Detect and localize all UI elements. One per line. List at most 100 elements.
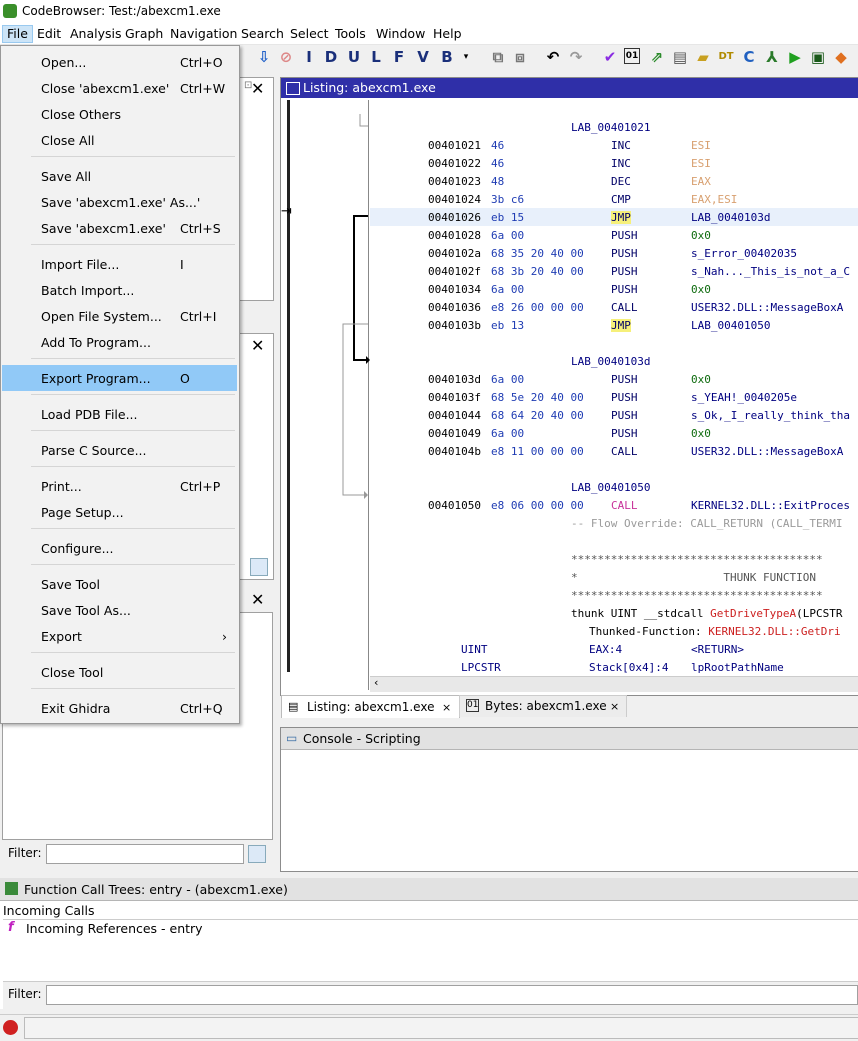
- menu-help[interactable]: Help: [429, 26, 466, 42]
- code-address[interactable]: 00401044: [428, 409, 481, 422]
- bytes-icon[interactable]: 01: [624, 48, 640, 64]
- menu-item-open-file-system[interactable]: Open File System... Ctrl+I: [2, 303, 237, 329]
- code-address[interactable]: 00401021: [428, 139, 481, 152]
- menu-item-open[interactable]: Open... Ctrl+O: [2, 49, 237, 75]
- code-operand[interactable]: 0x0: [691, 427, 711, 440]
- thunked-function-name[interactable]: KERNEL32.DLL::GetDri: [708, 625, 840, 638]
- function-f-icon[interactable]: F: [390, 48, 408, 66]
- table-icon[interactable]: ▤: [671, 48, 689, 66]
- menu-window[interactable]: Window: [372, 26, 429, 42]
- redo-icon[interactable]: ↷: [567, 48, 585, 66]
- export-icon[interactable]: ⇗: [648, 48, 666, 66]
- menu-item-configure[interactable]: Configure...: [2, 535, 237, 561]
- menu-item-save-all[interactable]: Save All: [2, 163, 237, 189]
- code-operand[interactable]: 0x0: [691, 373, 711, 386]
- code-address[interactable]: 0040103f: [428, 391, 481, 404]
- menu-select[interactable]: Select: [286, 26, 333, 42]
- scroll-left-icon[interactable]: ‹: [374, 676, 378, 689]
- code-mnemonic[interactable]: INC: [611, 157, 631, 170]
- code-address[interactable]: 00401050: [428, 499, 481, 512]
- code-address[interactable]: 00401034: [428, 283, 481, 296]
- ghidra-status-icon[interactable]: [3, 1020, 18, 1035]
- code-mnemonic[interactable]: PUSH: [611, 427, 638, 440]
- menu-tools[interactable]: Tools: [331, 26, 370, 42]
- tree-icon[interactable]: ⅄: [763, 48, 781, 66]
- menu-item-save-as[interactable]: Save 'abexcm1.exe' As...': [2, 189, 237, 215]
- menu-item-save[interactable]: Save 'abexcm1.exe' Ctrl+S: [2, 215, 237, 241]
- incoming-references-node[interactable]: Incoming References - entry: [26, 921, 203, 936]
- code-address[interactable]: 0040102a: [428, 247, 481, 260]
- code-address[interactable]: 00401036: [428, 301, 481, 314]
- thunked-function[interactable]: Thunked-Function: KERNEL32.DLL::GetDri: [589, 625, 841, 638]
- code-address[interactable]: 0040104b: [428, 445, 481, 458]
- terminal-icon[interactable]: ▣: [809, 48, 827, 66]
- menu-item-page-setup[interactable]: Page Setup...: [2, 499, 237, 525]
- code-operand[interactable]: 0x0: [691, 229, 711, 242]
- instruction-i-icon[interactable]: I: [300, 48, 318, 66]
- code-operand[interactable]: USER32.DLL::MessageBoxA: [691, 445, 843, 458]
- menu-analysis[interactable]: Analysis: [66, 26, 126, 42]
- code-mnemonic[interactable]: CMP: [611, 193, 631, 206]
- code-mnemonic[interactable]: PUSH: [611, 373, 638, 386]
- menu-item-batch-import[interactable]: Batch Import...: [2, 277, 237, 303]
- code-address[interactable]: 00401028: [428, 229, 481, 242]
- stop-icon[interactable]: ⊘: [277, 48, 295, 66]
- data-d-icon[interactable]: D: [322, 48, 340, 66]
- code-address[interactable]: 0040103b: [428, 319, 481, 332]
- code-mnemonic[interactable]: PUSH: [611, 283, 638, 296]
- menu-item-close[interactable]: Close 'abexcm1.exe' Ctrl+W: [2, 75, 237, 101]
- close-icon[interactable]: ✕: [251, 590, 264, 609]
- code-address[interactable]: 00401023: [428, 175, 481, 188]
- menu-graph[interactable]: Graph: [121, 26, 167, 42]
- menu-navigation[interactable]: Navigation: [166, 26, 241, 42]
- close-icon[interactable]: ✕: [251, 79, 264, 98]
- decompile-icon[interactable]: C: [740, 48, 758, 66]
- tab-listing[interactable]: ▤ Listing: abexcm1.exe ×: [281, 695, 460, 718]
- code-mnemonic[interactable]: CALL: [611, 445, 638, 458]
- code-mnemonic[interactable]: JMP: [611, 211, 631, 224]
- menu-edit[interactable]: Edit: [33, 26, 65, 42]
- undo-icon[interactable]: ↶: [544, 48, 562, 66]
- menu-search[interactable]: Search: [237, 26, 288, 42]
- code-operand[interactable]: ESI: [691, 139, 711, 152]
- menu-file[interactable]: File: [2, 25, 33, 43]
- code-mnemonic[interactable]: CALL: [611, 301, 638, 314]
- menu-item-load-pdb[interactable]: Load PDB File...: [2, 401, 237, 427]
- menu-item-close-all[interactable]: Close All: [2, 127, 237, 153]
- thunk-signature[interactable]: thunk UINT __stdcall GetDriveTypeA(LPCST…: [571, 607, 843, 620]
- filter-input[interactable]: [46, 844, 244, 864]
- filter-options-icon[interactable]: [250, 558, 268, 576]
- fct-filter-input[interactable]: [46, 985, 858, 1005]
- code-label[interactable]: LAB_00401021: [571, 121, 650, 134]
- menu-item-import-file[interactable]: Import File... I: [2, 251, 237, 277]
- code-label[interactable]: LAB_00401050: [571, 481, 650, 494]
- run-icon[interactable]: ▶: [786, 48, 804, 66]
- code-operand[interactable]: s_Nah..._This_is_not_a_C: [691, 265, 850, 278]
- dropdown-arrow-icon[interactable]: ▾: [457, 48, 475, 66]
- horizontal-scrollbar[interactable]: [370, 676, 858, 692]
- code-mnemonic[interactable]: CALL: [611, 499, 638, 512]
- code-operand[interactable]: s_Error_00402035: [691, 247, 797, 260]
- code-operand[interactable]: s_YEAH!_0040205e: [691, 391, 797, 404]
- code-address[interactable]: 00401024: [428, 193, 481, 206]
- code-mnemonic[interactable]: JMP: [611, 319, 631, 332]
- menu-item-save-tool[interactable]: Save Tool: [2, 571, 237, 597]
- menu-item-print[interactable]: Print... Ctrl+P: [2, 473, 237, 499]
- menu-item-export-program[interactable]: Export Program... O: [2, 365, 237, 391]
- code-operand[interactable]: KERNEL32.DLL::ExitProces: [691, 499, 850, 512]
- code-mnemonic[interactable]: PUSH: [611, 391, 638, 404]
- close-icon[interactable]: ×: [610, 700, 619, 713]
- code-operand[interactable]: ESI: [691, 157, 711, 170]
- close-icon[interactable]: ×: [442, 701, 451, 714]
- tab-bytes[interactable]: 01 Bytes: abexcm1.exe ×: [459, 695, 627, 717]
- code-operand[interactable]: 0x0: [691, 283, 711, 296]
- menu-item-close-others[interactable]: Close Others: [2, 101, 237, 127]
- undefined-u-icon[interactable]: U: [345, 48, 363, 66]
- merge-icon[interactable]: ⧉: [489, 48, 507, 66]
- code-address[interactable]: 00401049: [428, 427, 481, 440]
- code-label[interactable]: LAB_0040103d: [571, 355, 650, 368]
- folder-icon[interactable]: ▰: [694, 48, 712, 66]
- code-mnemonic[interactable]: PUSH: [611, 229, 638, 242]
- menu-item-exit-ghidra[interactable]: Exit Ghidra Ctrl+Q: [2, 695, 237, 721]
- variable-v-icon[interactable]: V: [414, 48, 432, 66]
